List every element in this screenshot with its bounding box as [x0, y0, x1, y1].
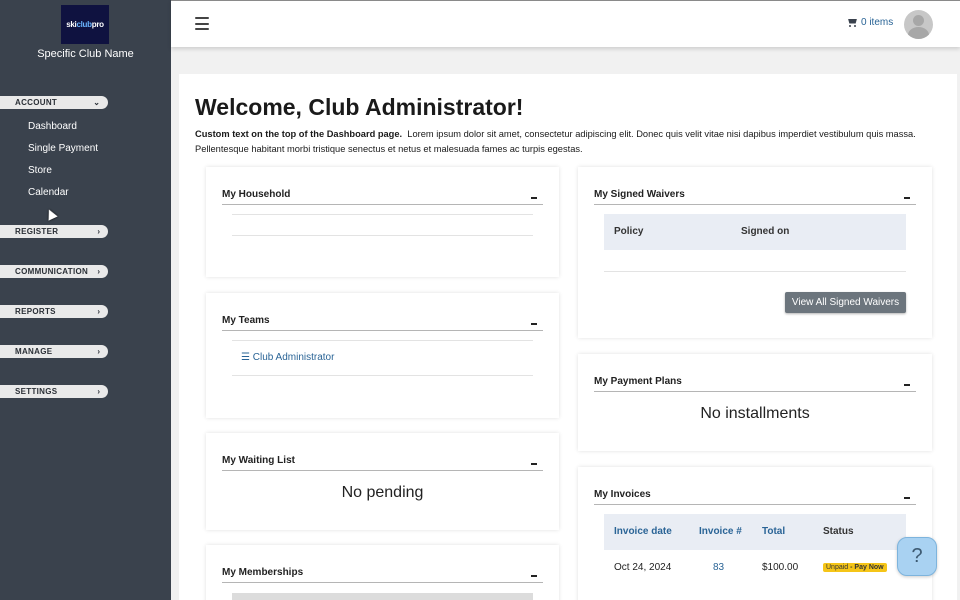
chevron-down-icon: ⌄: [93, 98, 100, 107]
table-header: [232, 593, 533, 600]
collapse-icon[interactable]: [531, 575, 537, 577]
divider: [594, 391, 916, 392]
mouse-cursor-icon: [44, 207, 58, 221]
cart-icon: [847, 18, 858, 28]
panel-title: My Memberships: [222, 567, 304, 578]
divider: [604, 271, 906, 272]
chevron-right-icon: ›: [97, 227, 100, 236]
avatar[interactable]: [904, 10, 933, 39]
section-label: MANAGE: [15, 347, 53, 356]
chevron-right-icon: ›: [97, 307, 100, 316]
column-header-status: Status: [823, 526, 854, 537]
team-name: Club Administrator: [252, 352, 335, 363]
column-header-total[interactable]: Total: [762, 526, 785, 537]
chevron-right-icon: ›: [97, 267, 100, 276]
chevron-right-icon: ›: [97, 387, 100, 396]
sidebar-section-account[interactable]: ACCOUNT ⌄: [0, 96, 108, 109]
panel-title: My Invoices: [594, 489, 651, 500]
payment-plans-panel: My Payment Plans No installments: [578, 354, 932, 451]
divider: [222, 470, 543, 471]
column-header: Signed on: [741, 226, 790, 237]
panel-title: My Signed Waivers: [594, 189, 685, 200]
divider: [232, 235, 533, 236]
pay-now-text: Pay Now: [854, 564, 884, 571]
table-header: Policy Signed on: [604, 214, 906, 250]
waiting-list-panel: My Waiting List No pending: [206, 433, 559, 530]
divider: [222, 330, 543, 331]
table-header: Invoice date Invoice # Total Status: [604, 514, 906, 550]
view-all-waivers-button[interactable]: View All Signed Waivers: [785, 292, 906, 313]
empty-state-text: No installments: [700, 405, 810, 422]
status-text: Unpaid: [826, 564, 849, 571]
sidebar-item-store[interactable]: Store: [28, 165, 52, 176]
invoices-panel: My Invoices Invoice date Invoice # Total…: [578, 467, 932, 600]
divider: [232, 375, 533, 376]
intro-bold: Custom text on the top of the Dashboard …: [195, 129, 403, 139]
team-link[interactable]: ☰ Club Administrator: [241, 352, 334, 363]
invoice-total: $100.00: [762, 562, 799, 573]
section-label: ACCOUNT: [15, 98, 58, 107]
sidebar-item-dashboard[interactable]: Dashboard: [28, 121, 77, 132]
column-header: Policy: [614, 226, 644, 237]
collapse-icon[interactable]: [904, 197, 910, 199]
divider: [222, 204, 543, 205]
club-name: Specific Club Name: [37, 48, 134, 60]
household-panel: My Household: [206, 167, 559, 277]
section-label: SETTINGS: [15, 387, 58, 396]
teams-panel: My Teams ☰ Club Administrator: [206, 293, 559, 418]
sidebar-item-calendar[interactable]: Calendar: [28, 187, 69, 198]
collapse-icon[interactable]: [904, 497, 910, 499]
help-button[interactable]: ?: [897, 537, 937, 576]
divider: [232, 214, 533, 215]
panel-title: My Payment Plans: [594, 376, 682, 387]
section-label: COMMUNICATION: [15, 267, 89, 276]
pay-now-badge[interactable]: Unpaid - Pay Now: [823, 563, 887, 572]
sidebar-section-reports[interactable]: REPORTS ›: [0, 305, 108, 318]
sidebar-section-communication[interactable]: COMMUNICATION ›: [0, 265, 108, 278]
sidebar-section-settings[interactable]: SETTINGS ›: [0, 385, 108, 398]
panel-title: My Teams: [222, 315, 270, 326]
panel-title: My Waiting List: [222, 455, 295, 466]
divider: [594, 504, 916, 505]
cart-link[interactable]: 0 items: [847, 17, 893, 28]
panel-title: My Household: [222, 189, 291, 200]
intro-text: Custom text on the top of the Dashboard …: [195, 127, 945, 157]
divider: [232, 340, 533, 341]
empty-state-text: No pending: [341, 484, 424, 501]
column-header-invoice-date[interactable]: Invoice date: [614, 526, 672, 537]
divider: [594, 204, 916, 205]
club-logo[interactable]: skiclubpro: [61, 5, 109, 44]
column-header-invoice-number[interactable]: Invoice #: [699, 526, 742, 537]
sidebar-section-register[interactable]: REGISTER ›: [0, 225, 108, 238]
list-icon: ☰: [241, 352, 250, 363]
sidebar-item-single-payment[interactable]: Single Payment: [28, 143, 98, 154]
cart-count: 0 items: [861, 17, 894, 28]
collapse-icon[interactable]: [531, 197, 537, 199]
collapse-icon[interactable]: [904, 384, 910, 386]
signed-waivers-panel: My Signed Waivers Policy Signed on View …: [578, 167, 932, 338]
collapse-icon[interactable]: [531, 323, 537, 325]
section-label: REPORTS: [15, 307, 56, 316]
top-bar: 0 items: [171, 0, 960, 47]
section-label: REGISTER: [15, 227, 59, 236]
chevron-right-icon: ›: [97, 347, 100, 356]
memberships-panel: My Memberships: [206, 545, 559, 600]
sidebar-section-manage[interactable]: MANAGE ›: [0, 345, 108, 358]
invoice-number-link[interactable]: 83: [713, 562, 724, 573]
collapse-icon[interactable]: [531, 463, 537, 465]
page-title: Welcome, Club Administrator!: [195, 94, 524, 120]
divider: [222, 582, 543, 583]
invoice-date: Oct 24, 2024: [614, 562, 672, 573]
sidebar: skiclubpro Specific Club Name ACCOUNT ⌄ …: [0, 0, 171, 600]
hamburger-menu-icon[interactable]: [195, 17, 209, 30]
